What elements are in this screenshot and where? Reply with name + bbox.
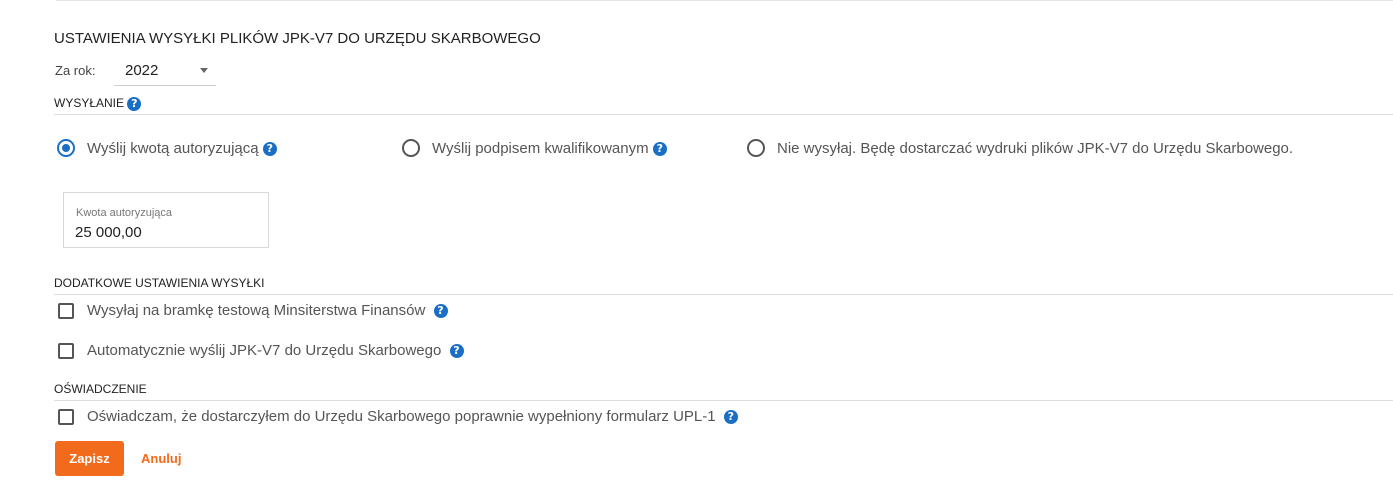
chevron-down-icon xyxy=(200,68,208,73)
checkbox-label: Wysyłaj na bramkę testową Minsiterstwa F… xyxy=(87,302,426,319)
checkbox[interactable] xyxy=(58,303,74,319)
section-sending-heading: WYSYŁANIE xyxy=(54,96,125,110)
radio-button-checked[interactable] xyxy=(57,139,75,157)
authorization-amount-label: Kwota autoryzująca xyxy=(76,207,172,219)
help-icon[interactable]: ? xyxy=(262,142,277,157)
year-label: Za rok: xyxy=(55,63,96,78)
radio-option-label: Nie wysyłaj. Będę dostarczać wydruki pli… xyxy=(777,140,1294,157)
cancel-link[interactable]: Anuluj xyxy=(141,451,181,466)
section-sending: WYSYŁANIE ? xyxy=(54,96,1393,115)
checkbox[interactable] xyxy=(58,343,74,359)
year-select[interactable]: 2022 xyxy=(114,56,216,86)
help-icon[interactable]: ? xyxy=(449,344,464,359)
section-declaration: OŚWIADCZENIE xyxy=(54,382,1393,401)
radio-button[interactable] xyxy=(747,139,765,157)
radio-option-label: Wyślij podpisem kwalifikowanym xyxy=(432,140,649,157)
section-declaration-heading: OŚWIADCZENIE xyxy=(54,382,147,396)
top-divider xyxy=(56,0,1393,1)
authorization-amount-input[interactable] xyxy=(75,224,255,241)
checkbox-label: Oświadczam, że dostarczyłem do Urzędu Sk… xyxy=(87,408,716,425)
help-icon[interactable]: ? xyxy=(652,142,667,157)
checkbox-label: Automatycznie wyślij JPK-V7 do Urzędu Sk… xyxy=(87,342,442,359)
radio-option-label: Wyślij kwotą autoryzującą xyxy=(87,140,259,157)
help-icon[interactable]: ? xyxy=(127,96,142,111)
section-additional-heading: DODATKOWE USTAWIENIA WYSYŁKI xyxy=(54,276,265,290)
help-icon[interactable]: ? xyxy=(723,410,738,425)
section-additional-settings: DODATKOWE USTAWIENIA WYSYŁKI xyxy=(54,276,1393,295)
checkbox[interactable] xyxy=(58,409,74,425)
save-button[interactable]: Zapisz xyxy=(55,441,124,476)
page-title: USTAWIENIA WYSYŁKI PLIKÓW JPK-V7 DO URZĘ… xyxy=(54,30,541,47)
year-select-value: 2022 xyxy=(125,62,159,79)
radio-button[interactable] xyxy=(402,139,420,157)
help-icon[interactable]: ? xyxy=(433,304,448,319)
authorization-amount-field[interactable]: Kwota autoryzująca xyxy=(63,192,269,248)
